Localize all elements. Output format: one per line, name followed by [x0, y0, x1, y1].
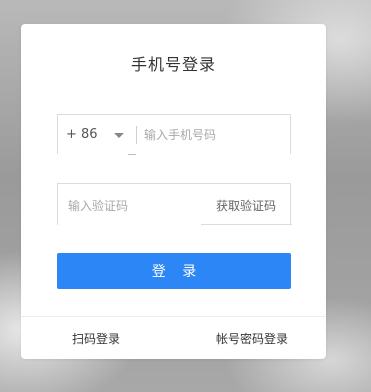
country-code-select[interactable]: + 86	[66, 127, 98, 142]
phone-input[interactable]	[144, 125, 284, 145]
get-code-button[interactable]: 获取验证码	[216, 197, 276, 214]
divider	[136, 126, 137, 144]
chevron-down-icon[interactable]	[114, 133, 124, 138]
account-login-link[interactable]: 帐号密码登录	[216, 330, 288, 347]
qr-login-link[interactable]: 扫码登录	[72, 330, 120, 347]
page-title: 手机号登录	[130, 55, 216, 74]
login-button[interactable]: 登 录	[57, 253, 291, 289]
verification-code-field: 获取验证码	[57, 183, 291, 225]
login-card: 手机号登录 + 86 获取验证码 登 录 扫码登录 帐号密码登录	[21, 24, 326, 359]
divider	[201, 224, 292, 225]
verification-code-input[interactable]	[68, 196, 198, 216]
phone-field: + 86	[57, 114, 291, 155]
divider	[128, 154, 136, 155]
divider	[21, 316, 326, 317]
